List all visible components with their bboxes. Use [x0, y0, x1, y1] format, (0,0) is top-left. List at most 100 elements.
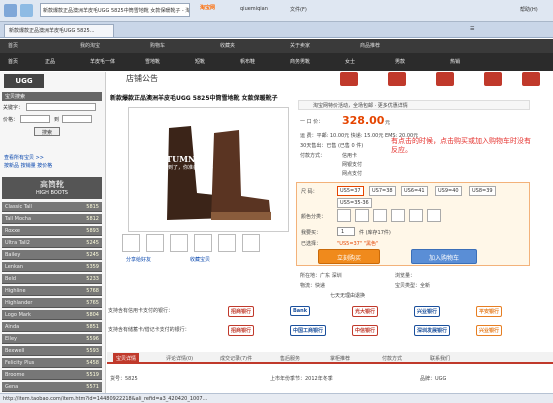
sidebar-item[interactable]: Roxxe 5893: [2, 226, 102, 236]
nav-recommend[interactable]: 商品推荐: [360, 42, 380, 49]
detail-tab[interactable]: 付款方式: [379, 353, 405, 364]
ugg-logo: UGG: [4, 74, 44, 88]
sidebar-item-count: 5893: [86, 228, 99, 234]
size-option[interactable]: US5=37: [337, 186, 364, 196]
sidebar-item[interactable]: Classic Tall 5815: [2, 202, 102, 212]
sidebar-item[interactable]: Ultra Tall2 5245: [2, 238, 102, 248]
price-min-input[interactable]: [20, 115, 50, 123]
color-swatch[interactable]: [355, 209, 369, 222]
help-icon[interactable]: [522, 72, 540, 86]
sidebar-item[interactable]: Elley 5596: [2, 334, 102, 344]
sidebar-item[interactable]: Beld 5233: [2, 274, 102, 284]
forward-icon[interactable]: [20, 4, 33, 17]
favorite-link[interactable]: 收藏宝贝: [190, 256, 210, 263]
quantity-input[interactable]: 1: [337, 227, 355, 236]
hot-icon[interactable]: [340, 72, 358, 86]
color-swatch[interactable]: [409, 209, 423, 222]
info-item: 上市年份季节：2012年冬季: [270, 376, 333, 382]
sidebar-item[interactable]: Logo Mark 5804: [2, 310, 102, 320]
add-to-cart-button[interactable]: 加入购物车: [411, 249, 477, 264]
size-option[interactable]: US8=39: [469, 186, 496, 196]
detail-tab[interactable]: 售后服务: [277, 353, 303, 364]
subnav-item[interactable]: 女士: [345, 58, 355, 65]
payment-item[interactable]: 信用卡: [342, 152, 357, 159]
menu-help[interactable]: 帮助(H): [520, 6, 538, 13]
thumbnail[interactable]: [122, 234, 140, 252]
subnav-item[interactable]: 帆布鞋: [240, 58, 255, 65]
sidebar-item-name: Bailey: [5, 252, 21, 258]
page-tools-label[interactable]: ☰: [470, 26, 474, 32]
favorite-icon[interactable]: [484, 72, 502, 86]
sold-info: 30天售出：已售 (已售 0 件): [300, 143, 364, 149]
thumbnail[interactable]: [194, 234, 212, 252]
nav-seller[interactable]: 关于卖家: [290, 42, 310, 49]
size-option[interactable]: US7=38: [369, 186, 396, 196]
detail-tab[interactable]: 评论详情(0): [163, 353, 196, 364]
sale-icon[interactable]: [436, 72, 454, 86]
color-swatch[interactable]: [427, 209, 441, 222]
notice-text[interactable]: 淘宝网特价活动，全场包邮 · 更多优惠详情: [313, 102, 408, 109]
price-unit: 元: [385, 120, 391, 126]
thumbnail[interactable]: [170, 234, 188, 252]
subnav-item[interactable]: 羊皮毛一体: [90, 58, 115, 65]
annotation-note: 有点击的时候，点击购买或加入购物车时没有反应。: [391, 137, 531, 154]
thumbnail[interactable]: [218, 234, 236, 252]
new-icon[interactable]: [388, 72, 406, 86]
detail-tab[interactable]: 成交记录(7)件: [217, 353, 255, 364]
sidebar-item[interactable]: Highlander 5765: [2, 298, 102, 308]
size-option[interactable]: US5=35-36: [337, 198, 372, 208]
sidebar-item-count: 5233: [86, 276, 99, 282]
color-swatch[interactable]: [337, 209, 351, 222]
sidebar-item[interactable]: Lenkan 5359: [2, 262, 102, 272]
subnav-item[interactable]: 男款: [395, 58, 405, 65]
nav-home[interactable]: 首页: [8, 42, 18, 49]
subnav-item[interactable]: 首页: [8, 58, 18, 65]
search-button[interactable]: 搜索: [34, 127, 60, 136]
product-image[interactable]: AUTUMN 秋天快到了，你准备好了吗: [128, 107, 289, 232]
nav-cart[interactable]: 购物车: [150, 42, 165, 49]
tab-current[interactable]: 新款爆款正品澳洲羊皮毛UGG 5825...: [4, 24, 114, 37]
sidebar-item-count: 5571: [86, 384, 99, 390]
sidebar-item[interactable]: Bailey 5245: [2, 250, 102, 260]
category-banner: 高筒靴 HIGH BOOTS: [2, 177, 102, 199]
sidebar-item[interactable]: Bexwell 5593: [2, 346, 102, 356]
sidebar-item[interactable]: Tall Mocha 5812: [2, 214, 102, 224]
subnav-item[interactable]: 短靴: [195, 58, 205, 65]
credit-bank-label: 支持含有信用卡支付的银行：: [108, 308, 174, 314]
sidebar-item[interactable]: Felicity Plus 5458: [2, 358, 102, 368]
thumbnail[interactable]: [146, 234, 164, 252]
color-swatch[interactable]: [391, 209, 405, 222]
sort-links[interactable]: 按新品 按销量 按价格: [4, 162, 52, 169]
subnav-item[interactable]: 热销: [450, 58, 460, 65]
size-option[interactable]: US6=41: [401, 186, 428, 196]
payment-item[interactable]: 网银支付: [342, 161, 362, 168]
sidebar-item[interactable]: Highline 5768: [2, 286, 102, 296]
site-name[interactable]: 淘宝网: [200, 4, 215, 11]
address-bar[interactable]: 新款爆款正品澳洲羊皮毛UGG 5825中筒雪地靴 女款保暖靴子 - 淘宝: [40, 3, 190, 17]
nav-my-taobao[interactable]: 我的淘宝: [80, 42, 100, 49]
share-link[interactable]: 分享给好友: [126, 256, 151, 263]
subnav-item[interactable]: 雪地靴: [145, 58, 160, 65]
buy-now-button[interactable]: 立刻购买: [318, 249, 380, 264]
user-name[interactable]: qiuemiqian: [240, 6, 268, 12]
sidebar-item[interactable]: Gena 5571: [2, 382, 102, 392]
thumbnail[interactable]: [242, 234, 260, 252]
status-bar: http://item.taobao.com/item.htm?id=14480…: [0, 393, 553, 403]
detail-tab[interactable]: 掌柜推荐: [327, 353, 353, 364]
sidebar-item[interactable]: Broome 5519: [2, 370, 102, 380]
size-option[interactable]: US9=40: [435, 186, 462, 196]
all-items-link[interactable]: 查看所有宝贝 >>: [4, 154, 44, 161]
detail-tab[interactable]: 联系我们: [427, 353, 453, 364]
price-max-input[interactable]: [62, 115, 92, 123]
back-icon[interactable]: [4, 4, 17, 17]
subnav-item[interactable]: 商务男靴: [290, 58, 310, 65]
sidebar-item-name: Elley: [5, 336, 17, 342]
nav-favorites[interactable]: 收藏夹: [220, 42, 235, 49]
color-swatch[interactable]: [373, 209, 387, 222]
payment-item[interactable]: 网点支付: [342, 170, 362, 177]
detail-tab[interactable]: 宝贝详情: [113, 353, 140, 364]
sidebar-item[interactable]: Ainda 5851: [2, 322, 102, 332]
menu-file[interactable]: 文件(F): [290, 6, 307, 13]
keyword-input[interactable]: [26, 103, 96, 111]
subnav-item[interactable]: 正品: [45, 58, 55, 65]
